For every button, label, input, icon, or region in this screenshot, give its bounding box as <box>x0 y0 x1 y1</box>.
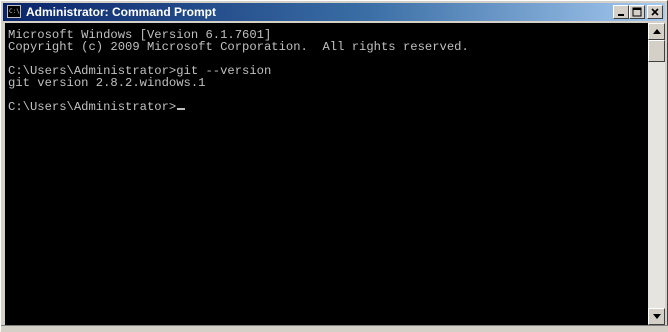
minimize-icon <box>618 14 624 16</box>
console-line: git version 2.8.2.windows.1 <box>8 76 206 90</box>
arrow-down-icon <box>653 314 661 319</box>
title-bar[interactable]: C:\ Administrator: Command Prompt <box>3 3 665 21</box>
window-title: Administrator: Command Prompt <box>26 5 217 19</box>
vertical-scrollbar[interactable] <box>648 23 665 325</box>
maximize-icon <box>632 7 642 17</box>
prompt-line: C:\Users\Administrator> <box>8 100 177 114</box>
window-controls <box>613 5 663 19</box>
console-output[interactable]: Microsoft Windows [Version 6.1.7601] Cop… <box>5 23 648 325</box>
cmd-icon[interactable]: C:\ <box>7 5 21 18</box>
close-icon <box>651 8 659 16</box>
scroll-up-button[interactable] <box>648 23 665 40</box>
scrollbar-thumb[interactable] <box>648 40 665 62</box>
scroll-down-button[interactable] <box>648 308 665 325</box>
arrow-up-icon <box>653 29 661 34</box>
console-line: Copyright (c) 2009 Microsoft Corporation… <box>8 40 469 54</box>
minimize-button[interactable] <box>613 5 629 19</box>
close-button[interactable] <box>647 5 663 19</box>
text-cursor <box>177 108 186 110</box>
maximize-button[interactable] <box>629 5 645 19</box>
command-prompt-window: C:\ Administrator: Command Prompt Micros… <box>0 0 668 332</box>
